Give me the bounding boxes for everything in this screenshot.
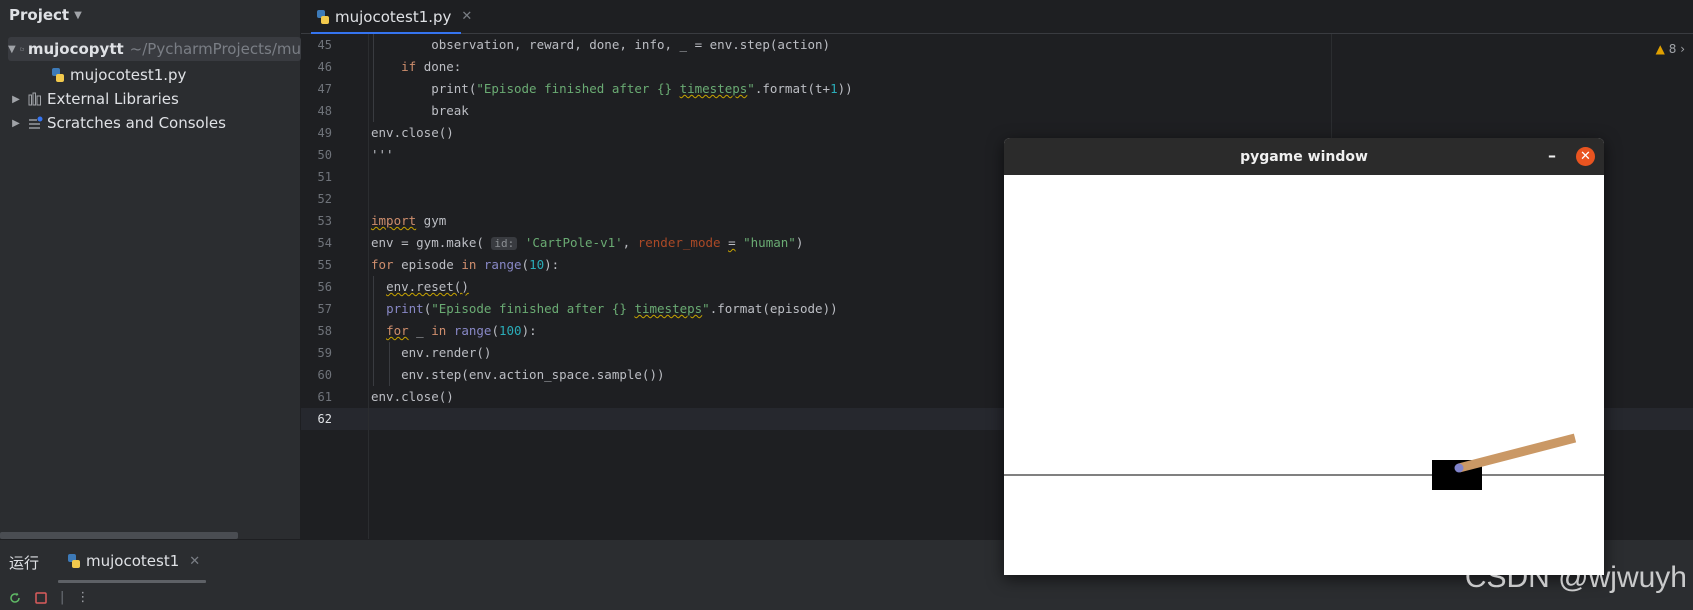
chevron-down-icon[interactable]: ▼ [8, 44, 16, 55]
tree-item-label: mujocotest1.py [70, 66, 187, 84]
code-line-59: env.render() [371, 345, 492, 360]
python-file-icon [68, 554, 80, 568]
library-icon [28, 92, 41, 106]
line-number: 49 [317, 126, 332, 140]
tree-item-project-root[interactable]: ▼ mujocopytt ~/PycharmProjects/mu [8, 37, 301, 61]
warning-icon: ▲ [1655, 42, 1665, 56]
chevron-right-icon: › [1680, 42, 1685, 56]
tab-mujocotest1[interactable]: mujocotest1.py ✕ [315, 0, 472, 33]
watermark: CSDN @wjwuyh [1464, 561, 1687, 594]
line-number: 50 [317, 148, 332, 162]
tree-item-path: ~/PycharmProjects/mu [129, 40, 301, 58]
gutter-divider [368, 34, 369, 539]
warning-count: 8 [1668, 42, 1677, 56]
line-number: 52 [317, 192, 332, 206]
line-number: 56 [317, 280, 332, 294]
code-line-49: env.close() [371, 125, 454, 140]
python-file-icon [317, 9, 329, 24]
rerun-icon[interactable] [8, 591, 22, 605]
code-line-46: if done: [401, 59, 462, 74]
line-number: 55 [317, 258, 332, 272]
line-number: 62 [317, 412, 332, 426]
tab-label: mujocotest1.py [335, 7, 452, 26]
code-line-47: print("Episode finished after {} timeste… [371, 81, 853, 96]
pole [1457, 433, 1577, 473]
line-number: 45 [317, 38, 332, 52]
horizontal-scrollbar[interactable] [0, 532, 238, 539]
tree-item-scratches[interactable]: ▶ Scratches and Consoles [0, 111, 301, 135]
line-number: 53 [317, 214, 332, 228]
close-icon[interactable]: ✕ [1576, 147, 1595, 166]
line-number: 46 [317, 60, 332, 74]
param-hint: id: [491, 237, 518, 250]
line-number: 58 [317, 324, 332, 338]
warning-indicator[interactable]: ▲ 8 › [1656, 42, 1685, 56]
project-title: Project [9, 6, 70, 24]
code-line-45: observation, reward, done, info, _ = env… [371, 37, 831, 52]
code-line-57: print("Episode finished after {} timeste… [386, 301, 838, 316]
pygame-window-title: pygame window [1240, 148, 1368, 165]
tree-item-external-libraries[interactable]: ▶ External Libraries [0, 87, 301, 111]
line-number: 51 [317, 170, 332, 184]
code-line-54: env = gym.make( id: 'CartPole-v1', rende… [371, 235, 804, 250]
code-line-53: import gym [371, 213, 447, 228]
stop-icon[interactable] [34, 591, 48, 605]
tree-item-file[interactable]: mujocotest1.py [0, 63, 301, 87]
line-number: 60 [317, 368, 332, 382]
code-line-60: env.step(env.action_space.sample()) [371, 367, 665, 382]
close-icon[interactable]: ✕ [461, 9, 472, 24]
code-line-61: env.close() [371, 389, 454, 404]
code-line-50: ''' [371, 147, 394, 162]
code-line-55: for episode in range(10): [371, 257, 560, 272]
code-line-58: for _ in range(100): [386, 323, 537, 338]
separator: | [60, 590, 65, 605]
chevron-down-icon[interactable]: ▼ [74, 10, 82, 21]
run-panel-title: 运行 [9, 554, 40, 572]
chevron-right-icon[interactable]: ▶ [9, 94, 23, 105]
minimize-icon[interactable]: – [1548, 146, 1556, 165]
code-line-48: break [371, 103, 469, 118]
editor-tabbar: mujocotest1.py ✕ [301, 0, 1693, 34]
axle [1454, 463, 1464, 473]
line-gutter: 45 46 47 48 49 50 51 52 53 54 55 56 57 5… [301, 34, 368, 539]
close-icon[interactable]: ✕ [189, 554, 200, 569]
run-toolbar: | ⋮ [8, 590, 89, 605]
tree-item-label: External Libraries [47, 90, 179, 108]
tree-item-label: Scratches and Consoles [47, 114, 226, 132]
line-number: 59 [317, 346, 332, 360]
run-tab-label: mujocotest1 [86, 552, 180, 570]
code-line-56: env.reset() [386, 279, 469, 294]
project-sidebar: Project ▼ ▼ mujocopytt ~/PycharmProjects… [0, 0, 301, 539]
line-number: 48 [317, 104, 332, 118]
project-header[interactable]: Project ▼ [0, 0, 300, 30]
line-number: 47 [317, 82, 332, 96]
folder-icon [19, 47, 24, 51]
scratches-icon [29, 116, 43, 129]
python-file-icon [52, 68, 64, 82]
chevron-right-icon[interactable]: ▶ [9, 118, 23, 129]
run-tab-indicator [58, 580, 206, 583]
run-tab-mujocotest1[interactable]: mujocotest1 ✕ [66, 552, 200, 570]
line-number: 57 [317, 302, 332, 316]
line-number: 61 [317, 390, 332, 404]
cartpole-canvas [1004, 175, 1604, 575]
pygame-titlebar[interactable]: pygame window – ✕ [1004, 138, 1604, 175]
pygame-window[interactable]: pygame window – ✕ [1004, 138, 1604, 575]
line-number: 54 [317, 236, 332, 250]
tree-item-label: mujocopytt [27, 40, 124, 58]
more-options-icon[interactable]: ⋮ [76, 590, 89, 605]
